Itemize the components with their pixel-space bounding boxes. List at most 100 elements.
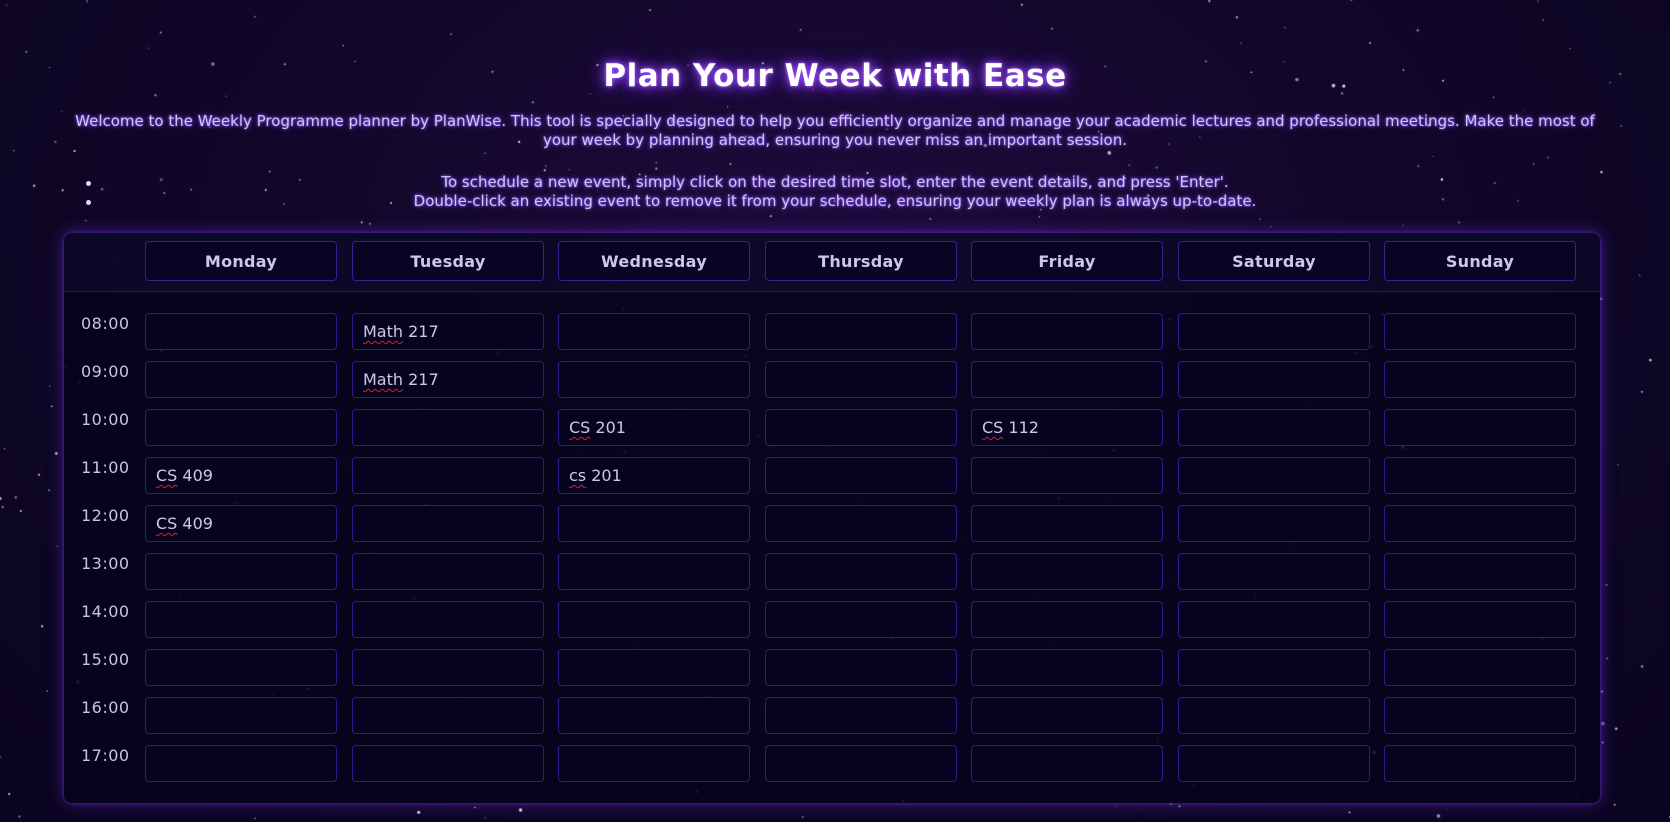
time-label: 14:00	[81, 602, 130, 621]
time-slot-sunday-1200[interactable]	[1384, 505, 1576, 542]
time-slot-wednesday-0800[interactable]	[558, 313, 750, 350]
event-label: CS 409	[156, 466, 213, 485]
time-slot-thursday-1100[interactable]	[765, 457, 957, 494]
time-slot-thursday-0800[interactable]	[765, 313, 957, 350]
day-header-thursday: Thursday	[765, 241, 957, 281]
time-slot-thursday-0900[interactable]	[765, 361, 957, 398]
time-slot-wednesday-1500[interactable]	[558, 649, 750, 686]
time-slot-tuesday-1000[interactable]	[352, 409, 544, 446]
time-label: 08:00	[81, 314, 130, 333]
time-slot-saturday-1000[interactable]	[1178, 409, 1370, 446]
time-slot-monday-1200[interactable]: CS 409	[145, 505, 337, 542]
time-slot-saturday-1500[interactable]	[1178, 649, 1370, 686]
time-slot-wednesday-1400[interactable]	[558, 601, 750, 638]
time-slot-tuesday-0800[interactable]: Math 217	[352, 313, 544, 350]
time-label: 13:00	[81, 554, 130, 573]
time-slot-sunday-1100[interactable]	[1384, 457, 1576, 494]
time-slot-wednesday-1000[interactable]: CS 201	[558, 409, 750, 446]
time-slot-tuesday-1400[interactable]	[352, 601, 544, 638]
time-label: 09:00	[81, 362, 130, 381]
time-label: 15:00	[81, 650, 130, 669]
time-slot-tuesday-1500[interactable]	[352, 649, 544, 686]
time-slot-sunday-1700[interactable]	[1384, 745, 1576, 782]
page-content: Plan Your Week with Ease Welcome to the …	[0, 0, 1670, 822]
time-slot-thursday-1600[interactable]	[765, 697, 957, 734]
time-slot-tuesday-1200[interactable]	[352, 505, 544, 542]
event-label: Math 217	[363, 322, 439, 341]
time-slot-sunday-1400[interactable]	[1384, 601, 1576, 638]
time-slot-friday-0900[interactable]	[971, 361, 1163, 398]
time-slot-tuesday-0900[interactable]: Math 217	[352, 361, 544, 398]
time-slot-thursday-1500[interactable]	[765, 649, 957, 686]
time-slot-monday-1100[interactable]: CS 409	[145, 457, 337, 494]
instruction-remove-event: Double-click an existing event to remove…	[413, 192, 1257, 210]
event-label: cs 201	[569, 466, 622, 485]
time-slot-thursday-1300[interactable]	[765, 553, 957, 590]
time-slot-wednesday-1100[interactable]: cs 201	[558, 457, 750, 494]
time-slot-monday-1000[interactable]	[145, 409, 337, 446]
time-label: 10:00	[81, 410, 130, 429]
time-slot-sunday-1600[interactable]	[1384, 697, 1576, 734]
time-slot-tuesday-1300[interactable]	[352, 553, 544, 590]
event-label: Math 217	[363, 370, 439, 389]
time-slot-friday-1500[interactable]	[971, 649, 1163, 686]
time-slot-friday-1400[interactable]	[971, 601, 1163, 638]
time-slot-monday-1700[interactable]	[145, 745, 337, 782]
time-label: 12:00	[81, 506, 130, 525]
time-slot-monday-0800[interactable]	[145, 313, 337, 350]
time-slot-wednesday-1200[interactable]	[558, 505, 750, 542]
time-slot-saturday-1600[interactable]	[1178, 697, 1370, 734]
time-slot-friday-1700[interactable]	[971, 745, 1163, 782]
day-header-sunday: Sunday	[1384, 241, 1576, 281]
day-header-friday: Friday	[971, 241, 1163, 281]
event-label: CS 201	[569, 418, 626, 437]
time-slot-monday-1400[interactable]	[145, 601, 337, 638]
time-slot-wednesday-1700[interactable]	[558, 745, 750, 782]
time-slot-sunday-1300[interactable]	[1384, 553, 1576, 590]
time-slot-wednesday-1300[interactable]	[558, 553, 750, 590]
event-label: CS 409	[156, 514, 213, 533]
time-slot-thursday-1700[interactable]	[765, 745, 957, 782]
intro-text: Welcome to the Weekly Programme planner …	[75, 112, 1595, 149]
time-slot-friday-1000[interactable]: CS 112	[971, 409, 1163, 446]
time-slot-friday-0800[interactable]	[971, 313, 1163, 350]
time-slot-thursday-1000[interactable]	[765, 409, 957, 446]
time-slot-friday-1300[interactable]	[971, 553, 1163, 590]
weekly-planner-grid: Monday Tuesday Wednesday Thursday Friday Satu…	[64, 233, 1600, 803]
time-slot-friday-1100[interactable]	[971, 457, 1163, 494]
time-slot-thursday-1400[interactable]	[765, 601, 957, 638]
time-label: 11:00	[81, 458, 130, 477]
time-slot-monday-1600[interactable]	[145, 697, 337, 734]
time-slot-saturday-1400[interactable]	[1178, 601, 1370, 638]
time-slot-saturday-1300[interactable]	[1178, 553, 1370, 590]
time-slot-friday-1600[interactable]	[971, 697, 1163, 734]
time-slot-sunday-1000[interactable]	[1384, 409, 1576, 446]
time-slot-saturday-0800[interactable]	[1178, 313, 1370, 350]
time-label: 16:00	[81, 698, 130, 717]
time-slot-saturday-0900[interactable]	[1178, 361, 1370, 398]
time-slot-monday-1300[interactable]	[145, 553, 337, 590]
time-slot-sunday-0800[interactable]	[1384, 313, 1576, 350]
time-slot-sunday-0900[interactable]	[1384, 361, 1576, 398]
time-slot-monday-1500[interactable]	[145, 649, 337, 686]
instructions-list: To schedule a new event, simply click on…	[60, 173, 1610, 211]
instruction-add-event: To schedule a new event, simply click on…	[441, 173, 1229, 191]
time-slot-monday-0900[interactable]	[145, 361, 337, 398]
time-slot-tuesday-1700[interactable]	[352, 745, 544, 782]
time-slot-tuesday-1100[interactable]	[352, 457, 544, 494]
page-title: Plan Your Week with Ease	[603, 58, 1067, 94]
time-slot-wednesday-0900[interactable]	[558, 361, 750, 398]
time-label: 17:00	[81, 746, 130, 765]
time-slot-thursday-1200[interactable]	[765, 505, 957, 542]
day-header-wednesday: Wednesday	[558, 241, 750, 281]
event-label: CS 112	[982, 418, 1039, 437]
time-slot-tuesday-1600[interactable]	[352, 697, 544, 734]
time-slot-saturday-1100[interactable]	[1178, 457, 1370, 494]
time-slot-wednesday-1600[interactable]	[558, 697, 750, 734]
time-slot-sunday-1500[interactable]	[1384, 649, 1576, 686]
time-slot-saturday-1700[interactable]	[1178, 745, 1370, 782]
day-header-tuesday: Tuesday	[352, 241, 544, 281]
time-slot-friday-1200[interactable]	[971, 505, 1163, 542]
day-header-saturday: Saturday	[1178, 241, 1370, 281]
time-slot-saturday-1200[interactable]	[1178, 505, 1370, 542]
